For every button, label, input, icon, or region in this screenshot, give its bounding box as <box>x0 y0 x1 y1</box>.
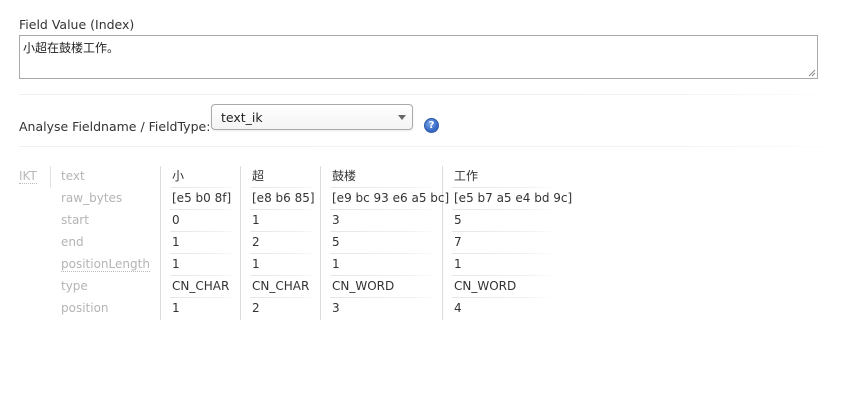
token-cell: 5 <box>454 213 462 227</box>
token-cell: 1 <box>172 235 180 249</box>
cell-rule <box>170 209 238 210</box>
cell-rule <box>452 209 556 210</box>
cell-rule <box>452 231 556 232</box>
token-cell: 1 <box>454 257 462 271</box>
token-cell: 1 <box>252 213 260 227</box>
token-cell: 3 <box>332 301 340 315</box>
row-name-end: end <box>61 235 84 249</box>
row-name-position-length: positionLength <box>61 257 150 272</box>
cell-rule <box>330 209 440 210</box>
cell-rule <box>170 231 238 232</box>
stage-separator <box>50 166 51 188</box>
token-cell: 小 <box>172 169 185 183</box>
cell-rule <box>250 209 318 210</box>
cell-rule <box>452 253 556 254</box>
cell-rule <box>330 297 440 298</box>
token-cell: 2 <box>252 235 260 249</box>
help-icon[interactable]: ? <box>424 118 439 133</box>
token-cell: 工作 <box>454 169 479 183</box>
token-cell: 2 <box>252 301 260 315</box>
analyse-fieldtype-label: Analyse Fieldname / FieldType: <box>19 119 211 134</box>
column-divider <box>320 166 321 320</box>
token-cell: CN_CHAR <box>252 279 310 293</box>
cell-rule <box>250 231 318 232</box>
fieldtype-select-value: text_ik <box>221 110 263 125</box>
cell-rule <box>452 275 556 276</box>
fieldtype-select[interactable]: text_ik <box>211 104 413 130</box>
cell-rule <box>250 187 318 188</box>
cell-rule <box>250 275 318 276</box>
token-cell: 鼓楼 <box>332 169 357 183</box>
token-cell: [e9 bc 93 e6 a5 bc] <box>332 191 450 205</box>
token-cell: 1 <box>332 257 340 271</box>
stage-label: IKT <box>19 169 37 184</box>
cell-rule <box>250 253 318 254</box>
token-cell: 1 <box>252 257 260 271</box>
token-cell: 1 <box>172 257 180 271</box>
field-value-text: 小超在鼓楼工作。 <box>23 41 120 55</box>
cell-rule <box>170 187 238 188</box>
cell-rule <box>330 253 440 254</box>
column-divider <box>442 166 443 320</box>
token-cell: 超 <box>252 169 265 183</box>
field-value-input[interactable]: 小超在鼓楼工作。 <box>19 35 818 79</box>
token-cell: 4 <box>454 301 462 315</box>
section-divider <box>19 146 851 147</box>
cell-rule <box>330 275 440 276</box>
section-divider <box>19 94 851 95</box>
chevron-down-icon <box>398 115 406 120</box>
token-cell: 0 <box>172 213 180 227</box>
row-name-type: type <box>61 279 88 293</box>
token-cell: 3 <box>332 213 340 227</box>
row-name-text: text <box>61 169 85 183</box>
column-divider <box>240 166 241 320</box>
token-cell: [e5 b0 8f] <box>172 191 232 205</box>
cell-rule <box>170 297 238 298</box>
cell-rule <box>452 187 556 188</box>
token-cell: [e8 b6 85] <box>252 191 315 205</box>
token-cell: 7 <box>454 235 462 249</box>
token-cell: 5 <box>332 235 340 249</box>
cell-rule <box>250 297 318 298</box>
row-name-position: position <box>61 301 109 315</box>
token-cell: CN_WORD <box>332 279 395 293</box>
token-cell: 1 <box>172 301 180 315</box>
cell-rule <box>452 297 556 298</box>
cell-rule <box>170 253 238 254</box>
token-cell: CN_WORD <box>454 279 517 293</box>
token-cell: CN_CHAR <box>172 279 230 293</box>
cell-rule <box>170 275 238 276</box>
field-value-label: Field Value (Index) <box>19 17 135 32</box>
cell-rule <box>330 187 440 188</box>
token-cell: [e5 b7 a5 e4 bd 9c] <box>454 191 573 205</box>
resize-grip-icon[interactable] <box>808 69 816 77</box>
row-name-start: start <box>61 213 89 227</box>
column-divider <box>160 166 161 320</box>
row-name-raw-bytes: raw_bytes <box>61 191 123 205</box>
cell-rule <box>330 231 440 232</box>
